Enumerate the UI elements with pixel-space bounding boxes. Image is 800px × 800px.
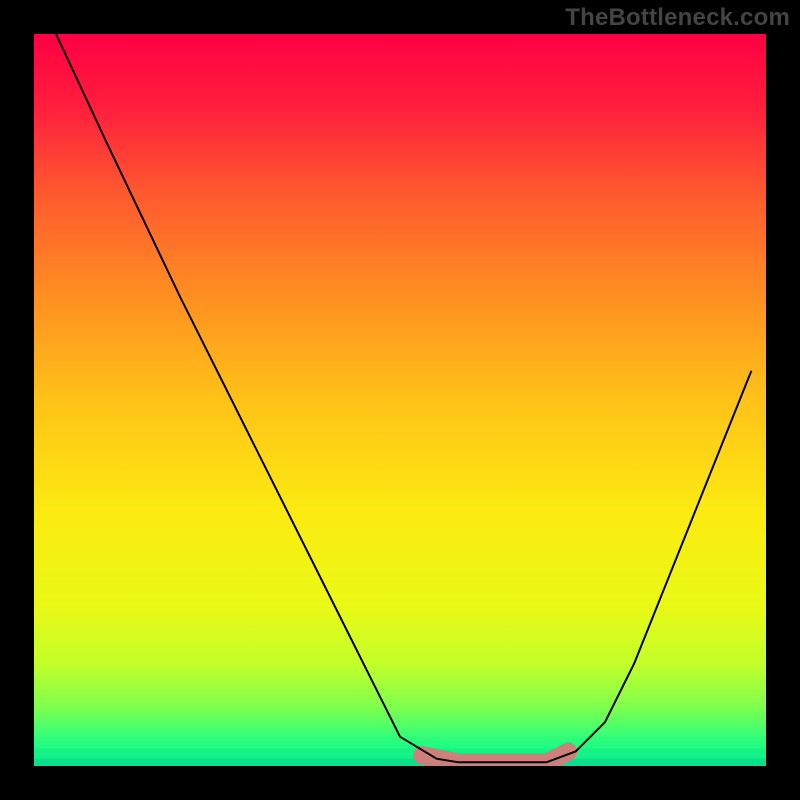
- chart-frame: TheBottleneck.com: [0, 0, 800, 800]
- plot-svg: [34, 34, 766, 766]
- chart-title: [0, 0, 1, 1]
- plot-area: [34, 34, 766, 766]
- watermark-text: TheBottleneck.com: [565, 4, 790, 32]
- gradient-background: [34, 34, 766, 766]
- green-bands: [34, 737, 766, 766]
